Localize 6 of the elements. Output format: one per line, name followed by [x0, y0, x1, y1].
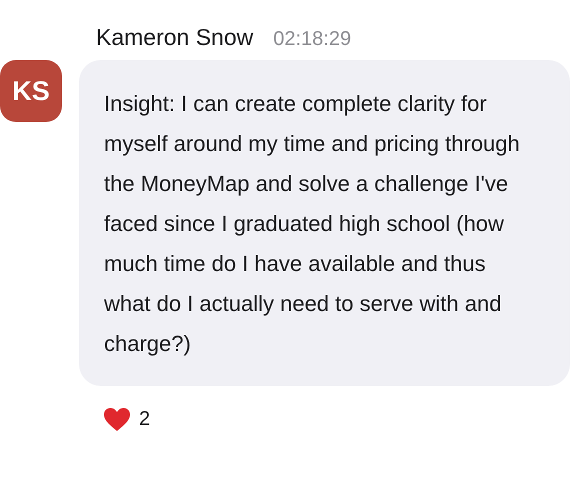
- avatar: KS: [0, 60, 62, 122]
- heart-icon: [103, 406, 131, 432]
- author-name: Kameron Snow: [96, 23, 254, 52]
- timestamp: 02:18:29: [273, 27, 352, 52]
- message-text: Insight: I can create complete clarity for myself around my time and pricing through the MoneyMap and solve a challenge I've faced since I graduated high school (how much time do I have available and thus what do I actually need to serve with and charge?): [104, 90, 521, 358]
- reaction-count: 2: [139, 407, 150, 432]
